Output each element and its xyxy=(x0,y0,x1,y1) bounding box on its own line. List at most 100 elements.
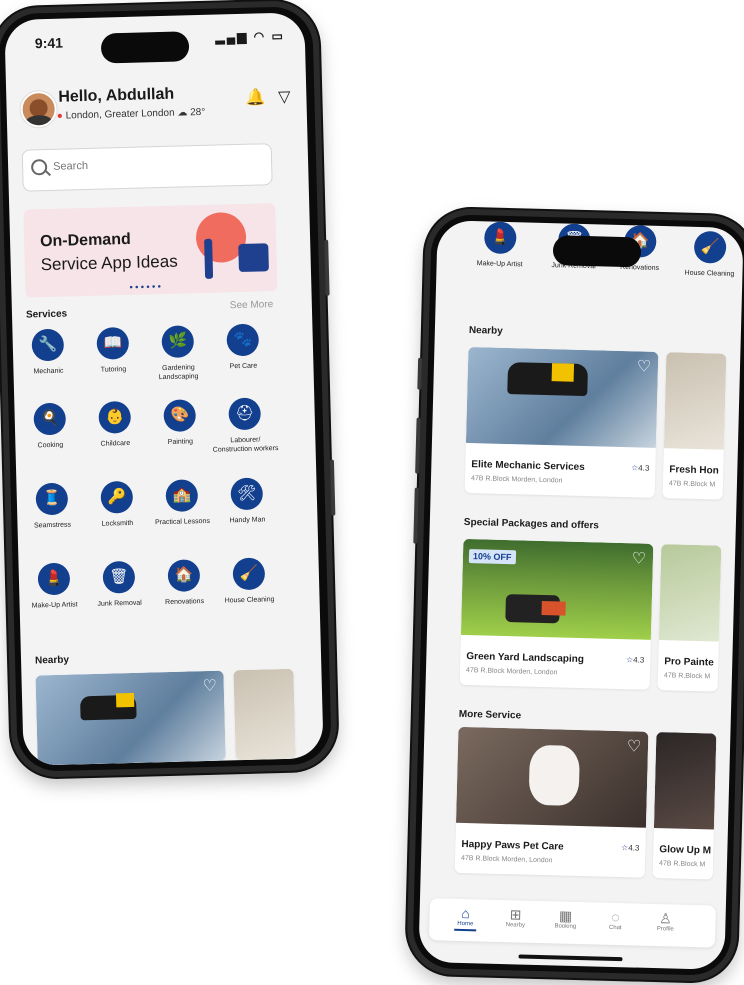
card-title: Pro Painte xyxy=(664,656,714,669)
banner-subtitle: Service App Ideas xyxy=(40,251,178,275)
services-title: Services xyxy=(25,308,68,321)
service-icon: 🧵 xyxy=(35,482,69,516)
side-button xyxy=(415,417,421,474)
service-icon: 🔑 xyxy=(100,480,134,514)
nearby-card[interactable]: ♡ xyxy=(35,670,226,766)
promo-banner[interactable]: On-Demand Service App Ideas ●●●●●● xyxy=(23,203,278,298)
service-label: House Cleaning xyxy=(224,596,275,605)
nearby-card-partial[interactable]: Fresh Hon 47B R.Block M xyxy=(662,352,727,500)
rating-value: 4.3 xyxy=(628,843,640,853)
service-item[interactable]: 🔑 Locksmith xyxy=(83,480,150,529)
service-item[interactable]: 🗑 Junk Removal xyxy=(86,560,153,609)
discount-badge: 10% OFF xyxy=(468,549,516,565)
card-address: 47B R.Block M xyxy=(658,860,706,869)
tab-home[interactable]: ⌂ Home xyxy=(445,905,486,932)
service-item[interactable]: 🔧 Mechanic xyxy=(14,328,81,377)
weather-text: 28° xyxy=(190,106,206,119)
service-item[interactable]: 🧹 House Cleaning xyxy=(215,557,282,606)
vest-graphic xyxy=(551,363,575,382)
room-photo xyxy=(663,352,727,450)
service-icon: 🐾 xyxy=(226,323,260,357)
service-label: Make-Up Artist xyxy=(476,260,523,269)
favorite-heart-icon[interactable]: ♡ xyxy=(626,738,642,755)
favorite-heart-icon[interactable]: ♡ xyxy=(202,678,218,695)
card-address: 47B R.Block Morden, London xyxy=(470,475,563,485)
search-icon xyxy=(30,159,48,176)
tab-label: Booking xyxy=(554,923,577,930)
service-item[interactable]: 🏠 Renovations xyxy=(150,559,217,608)
side-button xyxy=(329,459,336,516)
banner-title: On-Demand xyxy=(39,230,131,251)
avatar[interactable] xyxy=(20,90,58,128)
service-icon: 🏠 xyxy=(167,559,201,592)
service-item[interactable]: 🍳 Cooking xyxy=(16,402,83,451)
tab-chat[interactable]: ◌ Chat xyxy=(595,908,636,931)
service-icon: 💄 xyxy=(37,562,71,596)
service-item[interactable]: 🏫 Practical Lessons xyxy=(148,479,215,528)
card-title: Elite Mechanic Services xyxy=(471,459,585,474)
tab-label: Nearby xyxy=(505,922,526,929)
mechanic-figure xyxy=(507,362,589,397)
profile-icon: ♙ xyxy=(659,910,673,927)
mechanic-photo xyxy=(465,346,659,448)
header-actions: 🔔 ▽ xyxy=(245,87,291,108)
service-item[interactable]: 💄 Make-Up Artist xyxy=(21,562,88,611)
package-card[interactable]: 10% OFF ♡ Green Yard Landscaping 47B R.B… xyxy=(459,538,654,690)
more-service-card[interactable]: ♡ Happy Paws Pet Care 47B R.Block Morden… xyxy=(454,726,649,878)
service-item[interactable]: 🛠 Handy Man xyxy=(213,477,280,526)
status-time: 9:41 xyxy=(34,34,64,52)
service-item[interactable]: 🧹 House Cleaning xyxy=(676,230,743,279)
service-icon: 📖 xyxy=(96,326,130,360)
see-more-link[interactable]: See More xyxy=(230,299,274,311)
favorite-heart-icon[interactable]: ♡ xyxy=(636,358,652,375)
home-icon: ⌂ xyxy=(461,904,471,922)
notification-bell-icon[interactable]: 🔔 xyxy=(246,89,266,107)
mower-engine-graphic xyxy=(541,600,566,616)
service-label: Handy Man xyxy=(229,516,266,525)
service-item[interactable]: 🎨 Painting xyxy=(146,399,213,448)
service-item[interactable]: 👶 Childcare xyxy=(81,400,148,449)
card-title: Green Yard Landscaping xyxy=(466,651,585,666)
card-rating: ☆4.3 xyxy=(621,843,640,852)
phone-left: 9:41 ▂▄▆ ◠ ▭ Hello, Abdullah ● London, G… xyxy=(0,0,339,779)
service-item[interactable]: 💄 Make-Up Artist xyxy=(467,221,534,270)
service-item[interactable]: 🐾 Pet Care xyxy=(209,323,276,372)
makeup-photo xyxy=(653,732,717,830)
nearby-title: Nearby xyxy=(468,324,503,337)
service-item[interactable]: 🌿 Gardening Landscaping xyxy=(144,325,211,383)
search-input[interactable] xyxy=(50,154,256,174)
service-label: Gardening Landscaping xyxy=(158,364,199,382)
service-item[interactable]: 📖 Tutoring xyxy=(79,326,146,375)
status-icons: ▂▄▆ ◠ ▭ xyxy=(215,28,285,45)
tab-label: Profile xyxy=(656,926,674,933)
more-service-card-partial[interactable]: Glow Up M 47B R.Block M xyxy=(652,732,717,880)
packages-title: Special Packages and offers xyxy=(463,516,600,532)
dog-graphic xyxy=(528,744,581,807)
rating-value: 4.3 xyxy=(633,655,645,665)
carousel-dots[interactable]: ●●●●●● xyxy=(129,284,163,291)
nearby-title: Nearby xyxy=(34,654,70,667)
phone-right: 💄Make-Up Artist🗑Junk Removal🏠Renovations… xyxy=(406,207,744,983)
nearby-card-partial[interactable] xyxy=(233,668,296,761)
tab-nearby[interactable]: ⊞ Nearby xyxy=(495,906,536,929)
filter-icon[interactable]: ▽ xyxy=(278,89,291,106)
side-button xyxy=(324,239,330,296)
favorite-heart-icon[interactable]: ♡ xyxy=(631,550,647,567)
service-label: Cooking xyxy=(37,441,64,450)
side-button xyxy=(413,487,419,544)
service-label: Tutoring xyxy=(100,366,127,374)
tab-booking[interactable]: ▦ Booking xyxy=(545,907,586,930)
tab-profile[interactable]: ♙ Profile xyxy=(645,910,686,933)
tab-label: Home xyxy=(457,920,474,928)
service-item[interactable]: 🧵 Seamstress xyxy=(18,482,85,531)
search-box[interactable] xyxy=(21,143,273,192)
package-card-partial[interactable]: Pro Painte 47B R.Block M xyxy=(657,544,722,692)
service-label: House Cleaning xyxy=(684,269,735,278)
service-item[interactable]: ⛑ Labourer/ Construction workers xyxy=(211,397,279,455)
service-label: Make-Up Artist xyxy=(31,601,78,610)
service-icon: 🍳 xyxy=(33,402,67,436)
vest-graphic xyxy=(115,692,135,708)
card-title: Fresh Hon xyxy=(669,464,719,477)
dynamic-island xyxy=(552,235,642,268)
nearby-card[interactable]: ♡ Elite Mechanic Services 47B R.Block Mo… xyxy=(464,346,659,498)
